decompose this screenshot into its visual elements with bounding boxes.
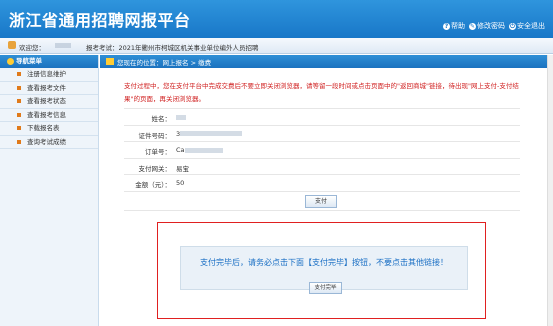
sidebar-item-register-info[interactable]: 注册信息维护 xyxy=(0,68,98,82)
sidebar-item-label: 注册信息维护 xyxy=(27,70,66,78)
form-row-order: 订单号： Ca xyxy=(124,142,520,159)
username-redacted xyxy=(55,43,71,48)
sidebar-item-query-scores[interactable]: 查询考试成绩 xyxy=(0,136,98,149)
bullet-icon xyxy=(17,126,21,130)
bullet-icon xyxy=(17,72,21,76)
welcome-text: 欢迎您： xyxy=(19,44,45,52)
payment-complete-dialog: 支付完毕后，请务必点击下面【支付完毕】按钮，不要点击其他链接！ 支付完毕 xyxy=(180,246,468,294)
exam-label: 报考考试：2021年衢州市柯城区机关事业单位编外人员招聘 xyxy=(86,44,259,52)
form-row-name: 姓名： xyxy=(124,109,520,126)
sidebar-item-label: 下载报名表 xyxy=(27,124,60,132)
sidebar-item-download-form[interactable]: 下载报名表 xyxy=(0,122,98,136)
help-icon: ? xyxy=(443,22,450,30)
name-value xyxy=(176,113,186,121)
dialog-message: 支付完毕后，请务必点击下面【支付完毕】按钮，不要点击其他链接！ xyxy=(200,258,448,267)
breadcrumb: 您现在的位置：网上报名 > 缴费 xyxy=(100,55,553,68)
sidebar: 导航菜单 注册信息维护 查看报考文件 查看报考状态 查看报考信息 下载报名表 查… xyxy=(0,55,99,326)
change-password-link[interactable]: ✎ 修改密码 xyxy=(469,21,505,31)
home-icon xyxy=(106,58,114,65)
header: 浙江省通用招聘网报平台 ? 帮助 ✎ 修改密码 ⏻ 安全退出 xyxy=(0,0,553,38)
amount-label: 金额（元）： xyxy=(135,181,171,189)
form-row-gateway: 支付网关： 易宝 xyxy=(124,159,520,175)
gateway-label: 支付网关： xyxy=(138,164,172,173)
pay-button[interactable]: 支付 xyxy=(305,194,337,208)
user-icon xyxy=(8,41,16,49)
amount-value: 50 xyxy=(176,179,185,187)
change-password-label: 修改密码 xyxy=(477,22,505,30)
bullet-icon xyxy=(17,99,21,103)
bullet-icon xyxy=(17,112,21,117)
user-bar: 欢迎您： 报考考试：2021年衢州市柯城区机关事业单位编外人员招聘 xyxy=(0,38,553,54)
order-label: 订单号： xyxy=(145,148,171,156)
sidebar-item-view-files[interactable]: 查看报考文件 xyxy=(0,82,98,95)
app-title: 浙江省通用招聘网报平台 xyxy=(9,11,191,30)
help-label: 帮助 xyxy=(451,22,465,30)
payment-complete-button[interactable]: 支付完毕 xyxy=(309,282,342,294)
bullet-icon xyxy=(17,139,21,144)
password-icon: ✎ xyxy=(469,22,476,30)
sidebar-item-label: 查看报考状态 xyxy=(27,97,66,105)
payment-form: 姓名： 证件号码： 3 订单号： Ca 支付网关： 易宝 金额（元）： 50 支… xyxy=(124,108,520,211)
form-row-amount: 金额（元）： 50 xyxy=(124,175,520,192)
sidebar-item-label: 查询考试成绩 xyxy=(27,137,66,146)
id-value: 3 xyxy=(176,130,243,138)
name-label: 姓名： xyxy=(151,115,172,123)
bullet-icon xyxy=(17,85,21,90)
logout-label: 安全退出 xyxy=(517,22,545,30)
sidebar-title-label: 导航菜单 xyxy=(16,57,42,65)
id-label: 证件号码： xyxy=(138,131,172,140)
menu-icon xyxy=(7,58,14,65)
sidebar-item-label: 查看报考文件 xyxy=(27,83,66,92)
gateway-value: 易宝 xyxy=(176,164,189,173)
sidebar-item-view-info[interactable]: 查看报考信息 xyxy=(0,109,98,122)
logout-link[interactable]: ⏻ 安全退出 xyxy=(509,21,545,31)
form-row-id: 证件号码： 3 xyxy=(124,126,520,142)
sidebar-title: 导航菜单 xyxy=(0,55,98,68)
top-links: ? 帮助 ✎ 修改密码 ⏻ 安全退出 xyxy=(443,21,545,31)
logout-icon: ⏻ xyxy=(509,22,516,30)
breadcrumb-text: 您现在的位置：网上报名 > 缴费 xyxy=(117,59,212,67)
form-button-row: 支付 xyxy=(124,192,520,211)
sidebar-item-view-status[interactable]: 查看报考状态 xyxy=(0,95,98,109)
order-value: Ca xyxy=(176,146,223,154)
sidebar-item-label: 查看报考信息 xyxy=(27,110,66,119)
help-link[interactable]: ? 帮助 xyxy=(443,21,465,31)
scrollbar[interactable] xyxy=(547,55,553,326)
payment-notice: 支付过程中，您在支付平台中完成交费后不要立即关闭浏览器，请等留一段时间或点击页面… xyxy=(124,82,519,103)
